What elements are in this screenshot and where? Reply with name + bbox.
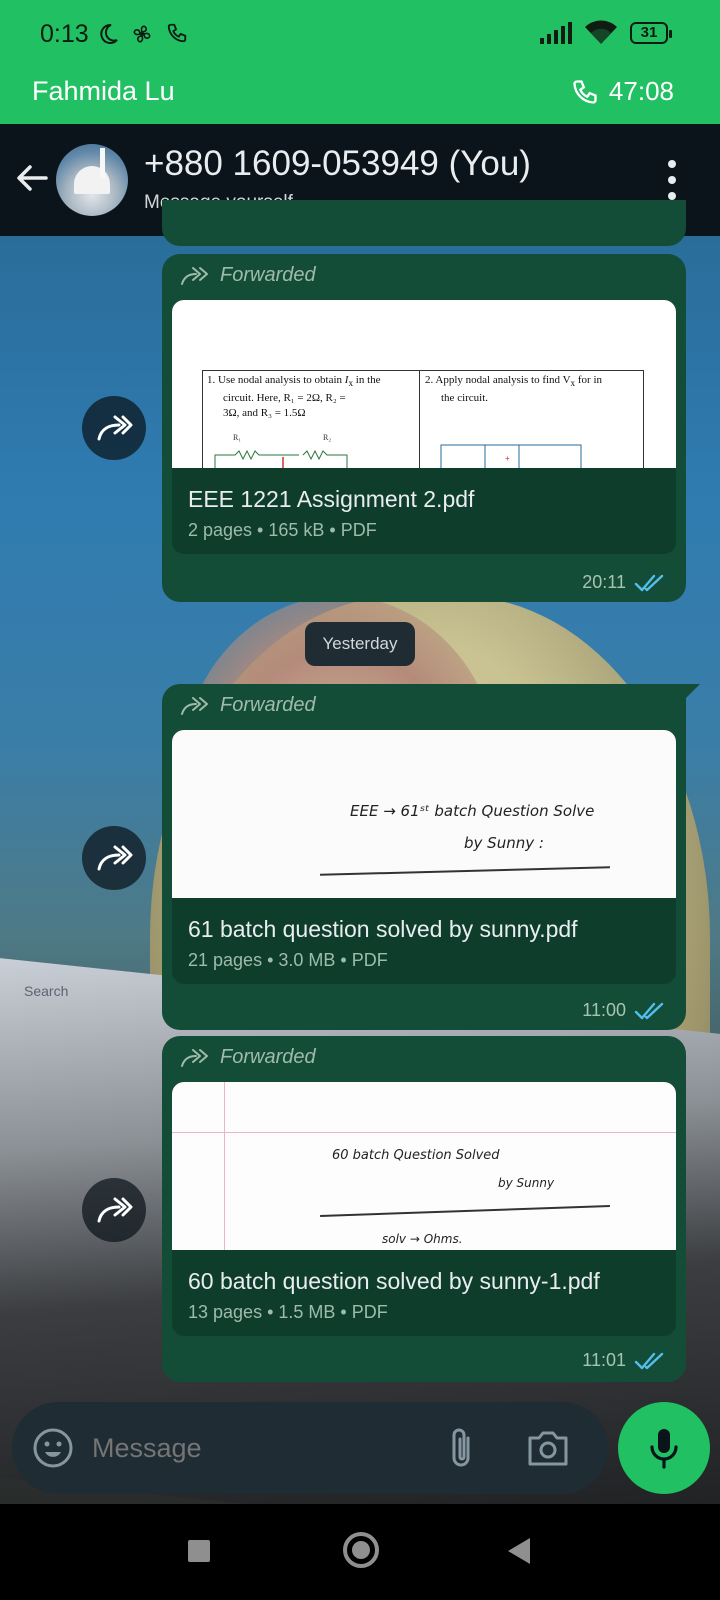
forwarded-label: Forwarded [180,694,316,717]
avatar[interactable] [56,144,128,216]
preview-handwritten-line-3: solv → Ohms. [382,1232,463,1246]
preview-circuit-left [214,449,348,468]
document-name: EEE 1221 Assignment 2.pdf [188,486,475,512]
battery-icon: 31 [630,22,672,44]
call-duration: 47:08 [608,76,674,106]
forwarded-icon [181,266,208,285]
previous-message-bubble [162,200,686,246]
camera-icon[interactable] [526,1428,570,1468]
wifi-icon [585,20,617,44]
emoji-icon[interactable] [32,1427,74,1469]
document-preview: 60 batch Question Solved by Sunny solv →… [172,1082,676,1250]
forward-icon [97,415,133,441]
battery-level: 31 [640,24,658,41]
document-attachment[interactable]: 1. Use nodal analysis to obtain Ix in th… [172,300,676,554]
preview-handwritten-line-2: by Sunny [498,1176,555,1190]
home-button[interactable] [343,1532,379,1568]
preview-underline [320,1204,610,1218]
document-attachment[interactable]: EEE → 61ˢᵗ batch Question Solve by Sunny… [172,730,676,984]
status-right-icons: 31 [540,20,672,46]
forwarded-text: Forwarded [220,264,316,286]
preview-margin-line-vertical [224,1082,225,1250]
preview-handwritten-line-1: 60 batch Question Solved [332,1148,500,1163]
read-ticks-icon [634,574,664,591]
forward-button[interactable] [82,396,146,460]
message-bubble[interactable]: Forwarded EEE → 61ˢᵗ batch Question Solv… [162,684,700,1030]
chat-title[interactable]: +880 1609-053949 (You) [144,144,531,184]
attach-paperclip-icon[interactable] [444,1426,478,1470]
wallpaper-search-text: Search [24,983,69,1000]
status-bar: 0:13 31 [0,0,720,68]
more-options-icon[interactable] [664,160,680,200]
call-icon [573,79,597,104]
document-meta: 2 pages • 165 kB • PDF [188,520,377,540]
microphone-icon [650,1429,678,1469]
preview-table: 1. Use nodal analysis to obtain Ix in th… [202,370,644,468]
document-preview: 1. Use nodal analysis to obtain Ix in th… [172,300,676,468]
read-ticks-icon [634,1352,664,1369]
preview-r2-label: R₂ [323,433,332,442]
fan-icon [133,25,151,43]
voice-message-button[interactable] [618,1402,710,1494]
forward-button[interactable] [82,826,146,890]
forward-icon [97,845,133,871]
document-name: 61 batch question solved by sunny.pdf [188,916,578,942]
message-time: 11:00 [582,1000,666,1021]
signal-icon [540,22,572,44]
recents-button[interactable] [188,1540,210,1562]
forward-icon [97,1197,133,1223]
back-arrow-icon[interactable] [14,160,50,196]
date-separator: Yesterday [305,622,415,666]
ongoing-call-bar[interactable]: Fahmida Lu 47:08 [0,68,720,124]
svg-text:+: + [505,454,510,463]
call-timer: 47:08 [571,76,674,107]
message-composer [12,1402,608,1494]
forwarded-text: Forwarded [220,1046,316,1068]
call-contact-name: Fahmida Lu [32,76,175,106]
preview-handwritten-line-2: by Sunny : [464,834,544,852]
moon-icon [100,23,118,44]
message-time: 20:11 [582,572,666,593]
message-bubble[interactable]: Forwarded 1. Use nodal analysis to obtai… [162,254,686,602]
forwarded-label: Forwarded [180,1046,316,1069]
preview-margin-line [172,1132,676,1133]
document-meta: 13 pages • 1.5 MB • PDF [188,1302,388,1322]
back-button[interactable] [506,1536,532,1566]
document-attachment[interactable]: 60 batch Question Solved by Sunny solv →… [172,1082,676,1336]
preview-question-1: 1. Use nodal analysis to obtain Ix in th… [207,374,381,420]
forwarded-icon [181,1048,208,1067]
forwarded-icon [181,696,208,715]
preview-circuit-right: + [440,444,582,468]
message-bubble[interactable]: Forwarded 60 batch Question Solved by Su… [162,1036,686,1382]
message-time: 11:01 [582,1350,666,1371]
forwarded-label: Forwarded [180,264,316,287]
document-meta: 21 pages • 3.0 MB • PDF [188,950,388,970]
preview-handwritten-line-1: EEE → 61ˢᵗ batch Question Solve [350,802,595,820]
preview-underline [320,866,610,876]
preview-question-2: 2. Apply nodal analysis to find Vx for i… [425,374,603,405]
read-ticks-icon [634,1002,664,1019]
phone-status-icon [167,23,187,43]
document-preview: EEE → 61ˢᵗ batch Question Solve by Sunny… [172,730,676,898]
message-input[interactable] [92,1424,422,1472]
status-time: 0:13 [40,20,89,48]
forward-button[interactable] [82,1178,146,1242]
document-name: 60 batch question solved by sunny-1.pdf [188,1268,600,1294]
forwarded-text: Forwarded [220,694,316,716]
preview-r1-label: R₁ [233,433,242,442]
system-navigation-bar [0,1504,720,1600]
